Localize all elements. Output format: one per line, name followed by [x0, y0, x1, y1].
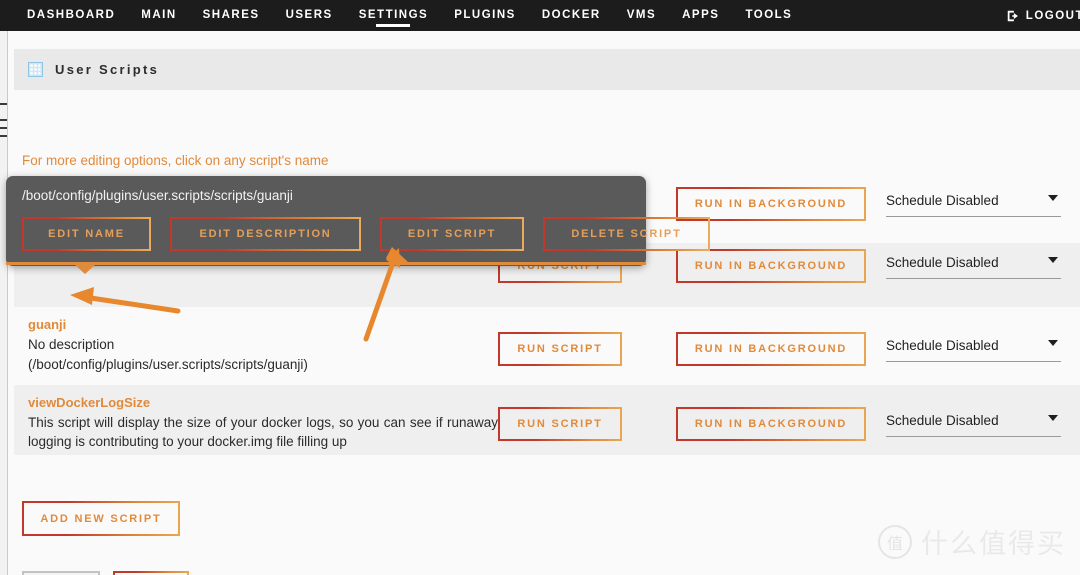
page-title-bar: User Scripts	[14, 49, 1080, 90]
nav-item-docker[interactable]: DOCKER	[529, 0, 614, 31]
schedule-select-value: Schedule Disabled	[886, 255, 999, 270]
nav-item-apps[interactable]: APPS	[669, 0, 732, 31]
script-info: viewDockerLogSize This script will displ…	[28, 385, 498, 459]
logout-icon	[1006, 9, 1020, 23]
watermark-logo-icon: 值	[878, 524, 912, 559]
nav-item-list: DASHBOARD MAIN SHARES USERS SETTINGS PLU…	[0, 0, 805, 31]
schedule-select[interactable]: Schedule Disabled	[886, 251, 1061, 279]
logout-label: LOGOUT	[1025, 9, 1080, 22]
watermark-text: 什么值得买	[921, 529, 1066, 560]
edit-description-button[interactable]: EDIT DESCRIPTION	[170, 217, 361, 251]
page-title: User Scripts	[55, 62, 160, 77]
page-body: User Scripts For more editing options, c…	[8, 31, 1080, 575]
nav-item-vms[interactable]: VMS	[614, 0, 669, 31]
table-row: guanji No description (/boot/config/plug…	[14, 307, 1080, 385]
run-background-cell: RUN IN BACKGROUND	[676, 183, 886, 221]
schedule-select-value: Schedule Disabled	[886, 413, 999, 428]
unraid-user-scripts-page: DASHBOARD MAIN SHARES USERS SETTINGS PLU…	[0, 0, 1080, 575]
schedule-select[interactable]: Schedule Disabled	[886, 409, 1061, 437]
edit-name-button[interactable]: EDIT NAME	[22, 217, 151, 251]
script-path: (/boot/config/plugins/user.scripts/scrip…	[28, 357, 308, 372]
left-rail	[0, 31, 8, 575]
overlay-pointer-caret	[74, 264, 96, 274]
run-script-cell: RUN SCRIPT	[498, 307, 676, 366]
nav-item-dashboard[interactable]: DASHBOARD	[14, 0, 128, 31]
add-new-script-button[interactable]: ADD NEW SCRIPT	[22, 501, 180, 536]
apply-button: APPLY	[22, 571, 100, 575]
chevron-down-icon	[1048, 340, 1058, 346]
script-description: No description	[28, 337, 115, 352]
schedule-select[interactable]: Schedule Disabled	[886, 189, 1061, 217]
grid-icon	[28, 62, 43, 77]
script-path-label: /boot/config/plugins/user.scripts/script…	[22, 188, 293, 203]
done-button[interactable]: DONE	[113, 571, 189, 575]
script-description: This script will display the size of you…	[28, 415, 498, 449]
table-row: viewDockerLogSize This script will displ…	[14, 385, 1080, 455]
logout-button[interactable]: LOGOUT	[1006, 0, 1080, 31]
overlay-underline	[6, 262, 646, 265]
schedule-cell: Schedule Disabled	[886, 243, 1061, 279]
run-background-cell: RUN IN BACKGROUND	[676, 385, 886, 441]
nav-item-main[interactable]: MAIN	[128, 0, 189, 31]
schedule-cell: Schedule Disabled	[886, 183, 1061, 217]
run-in-background-button[interactable]: RUN IN BACKGROUND	[676, 407, 866, 441]
schedule-cell: Schedule Disabled	[886, 307, 1061, 362]
run-script-cell: RUN SCRIPT	[498, 385, 676, 441]
overlay-button-group: EDIT NAME EDIT DESCRIPTION EDIT SCRIPT D…	[22, 217, 710, 251]
script-actions-popup: /boot/config/plugins/user.scripts/script…	[6, 176, 710, 266]
run-in-background-button[interactable]: RUN IN BACKGROUND	[676, 332, 866, 366]
script-name-link[interactable]: guanji	[28, 317, 66, 332]
chevron-down-icon	[1048, 415, 1058, 421]
nav-item-tools[interactable]: TOOLS	[732, 0, 805, 31]
schedule-select[interactable]: Schedule Disabled	[886, 334, 1061, 362]
nav-item-plugins[interactable]: PLUGINS	[441, 0, 529, 31]
schedule-select-value: Schedule Disabled	[886, 193, 999, 208]
run-in-background-button[interactable]: RUN IN BACKGROUND	[676, 249, 866, 283]
run-in-background-button[interactable]: RUN IN BACKGROUND	[676, 187, 866, 221]
delete-script-button[interactable]: DELETE SCRIPT	[543, 217, 710, 251]
nav-item-shares[interactable]: SHARES	[190, 0, 273, 31]
chevron-down-icon	[1048, 195, 1058, 201]
editing-hint: For more editing options, click on any s…	[22, 153, 329, 168]
edit-script-button[interactable]: EDIT SCRIPT	[380, 217, 524, 251]
top-navigation-bar: DASHBOARD MAIN SHARES USERS SETTINGS PLU…	[0, 0, 1080, 31]
chevron-down-icon	[1048, 257, 1058, 263]
script-name-link[interactable]: viewDockerLogSize	[28, 395, 150, 410]
nav-item-users[interactable]: USERS	[273, 0, 346, 31]
script-info: guanji No description (/boot/config/plug…	[28, 307, 498, 382]
run-script-button[interactable]: RUN SCRIPT	[498, 332, 622, 366]
run-background-cell: RUN IN BACKGROUND	[676, 307, 886, 366]
run-script-button[interactable]: RUN SCRIPT	[498, 407, 622, 441]
nav-item-settings[interactable]: SETTINGS	[346, 0, 442, 31]
watermark: 值 什么值得买	[878, 522, 1066, 561]
schedule-select-value: Schedule Disabled	[886, 338, 999, 353]
schedule-cell: Schedule Disabled	[886, 385, 1061, 437]
